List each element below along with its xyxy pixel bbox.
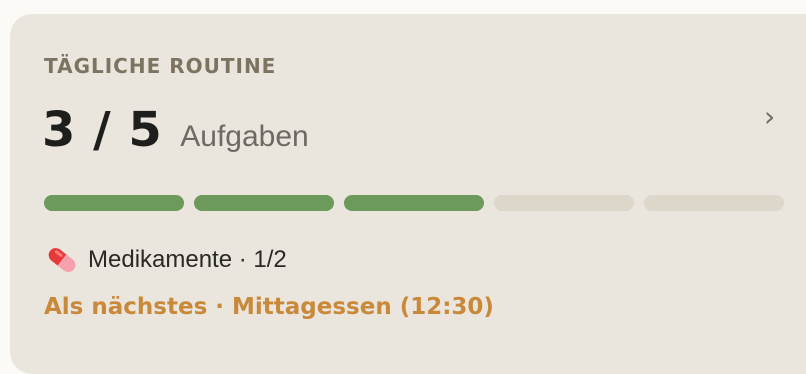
pill-icon — [44, 242, 80, 278]
medication-row: Medikamente · 1/2 — [44, 242, 287, 278]
progress-segment-done — [44, 195, 184, 211]
task-count-unit: Aufgaben — [180, 120, 309, 153]
daily-routine-card[interactable]: TÄGLICHE ROUTINE 3 / 5 Aufgaben › Medika… — [10, 14, 806, 374]
task-count: 3 / 5 — [42, 102, 163, 158]
card-title: TÄGLICHE ROUTINE — [44, 54, 277, 78]
chevron-right-icon[interactable]: › — [764, 100, 775, 133]
medication-status: Medikamente · 1/2 — [88, 246, 287, 273]
progress-segment-todo — [494, 195, 634, 211]
progress-segment-done — [344, 195, 484, 211]
progress-segment-todo — [644, 195, 784, 211]
progress-segment-done — [194, 195, 334, 211]
routine-progress-bar — [44, 195, 784, 211]
next-task: Als nächstes · Mittagessen (12:30) — [44, 294, 494, 320]
task-count-row: 3 / 5 Aufgaben — [42, 102, 309, 158]
